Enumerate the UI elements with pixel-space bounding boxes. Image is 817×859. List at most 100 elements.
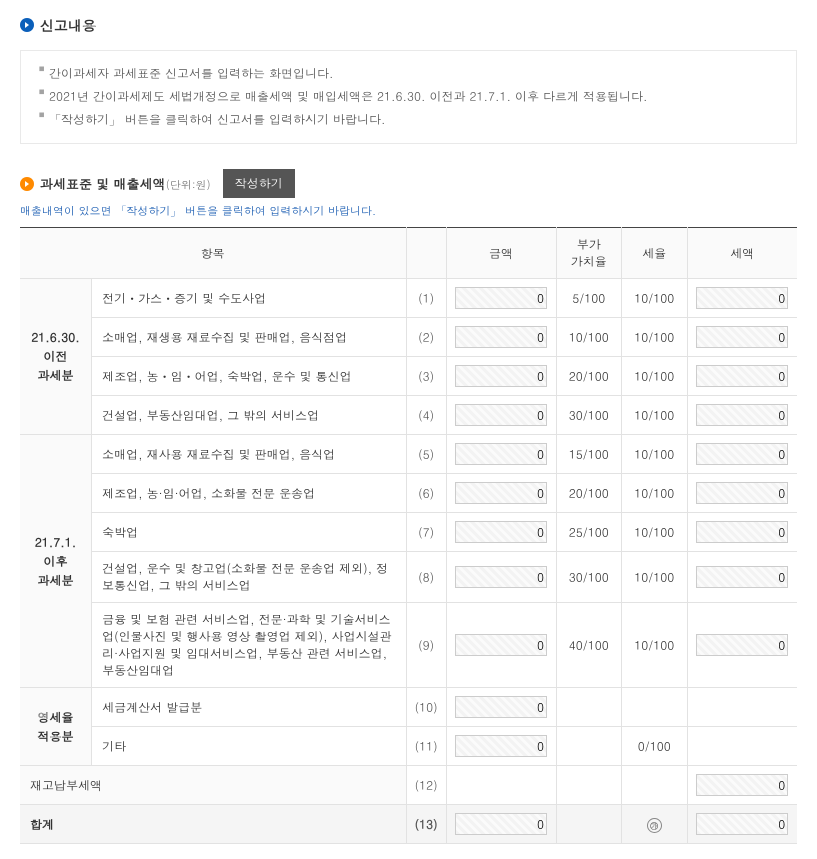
rate-cell: 10/100 (622, 435, 688, 474)
vat-cell: 10/100 (556, 318, 622, 357)
row-no: (7) (406, 513, 446, 552)
tax-input[interactable] (696, 634, 788, 656)
th-tax: 세액 (687, 228, 797, 279)
stock-label: 재고납부세액 (20, 766, 406, 805)
amount-input[interactable] (455, 735, 547, 757)
rate-cell (622, 688, 688, 727)
table-row: 건설업, 운수 및 창고업(소화물 전문 운송업 제외), 정보통신업, 그 밖… (20, 552, 797, 603)
rate-cell: 10/100 (622, 603, 688, 688)
tax-input[interactable] (696, 326, 788, 348)
empty (446, 766, 556, 805)
table-row: 제조업, 농ㆍ임ㆍ어업, 숙박업, 운수 및 통신업 (3) 20/100 10… (20, 357, 797, 396)
rate-cell: 0/100 (622, 727, 688, 766)
stock-row: 재고납부세액 (12) (20, 766, 797, 805)
item-label: 전기ㆍ가스ㆍ증기 및 수도사업 (92, 279, 406, 318)
amount-input[interactable] (455, 482, 547, 504)
tax-input[interactable] (696, 443, 788, 465)
table-row: 영세율 적용분 세금계산서 발급분 (10) (20, 688, 797, 727)
row-no: (11) (406, 727, 446, 766)
table-row: 제조업, 농·임·어업, 소화물 전문 운송업 (6) 20/100 10/10… (20, 474, 797, 513)
hint-text: 매출내역이 있으면 「작성하기」 버튼을 클릭하여 입력하시기 바랍니다. (20, 204, 797, 219)
th-blank (406, 228, 446, 279)
row-no: (2) (406, 318, 446, 357)
table-row: 21.6.30. 이전 과세분 전기ㆍ가스ㆍ증기 및 수도사업 (1) 5/10… (20, 279, 797, 318)
item-label: 제조업, 농ㆍ임ㆍ어업, 숙박업, 운수 및 통신업 (92, 357, 406, 396)
amount-input[interactable] (455, 634, 547, 656)
sub-bullet-icon (20, 177, 34, 191)
item-label: 숙박업 (92, 513, 406, 552)
tax-table: 항목 금액 부가 가치율 세율 세액 21.6.30. 이전 과세분 전기ㆍ가스… (20, 227, 797, 844)
th-item: 항목 (20, 228, 406, 279)
sub-title: 과세표준 및 매출세액(단위:원) (40, 174, 211, 193)
circle-mark: ㉮ (622, 805, 688, 844)
table-row: 건설업, 부동산임대업, 그 밖의 서비스업 (4) 30/100 10/100 (20, 396, 797, 435)
rate-cell: 10/100 (622, 318, 688, 357)
info-line: 간이과세자 과세표준 신고서를 입력하는 화면입니다. (39, 63, 778, 86)
item-label: 소매업, 재사용 재료수집 및 판매업, 음식업 (92, 435, 406, 474)
amount-input[interactable] (455, 521, 547, 543)
row-no: (12) (406, 766, 446, 805)
item-label: 기타 (92, 727, 406, 766)
table-row: 21.7.1. 이후 과세분 소매업, 재사용 재료수집 및 판매업, 음식업 … (20, 435, 797, 474)
amount-input[interactable] (455, 443, 547, 465)
th-vat: 부가 가치율 (556, 228, 622, 279)
row-no: (5) (406, 435, 446, 474)
group-after: 21.7.1. 이후 과세분 (20, 435, 92, 688)
row-no: (13) (406, 805, 446, 844)
tax-input[interactable] (696, 287, 788, 309)
tax-input[interactable] (696, 521, 788, 543)
amount-input[interactable] (455, 404, 547, 426)
tax-cell (687, 688, 797, 727)
row-no: (1) (406, 279, 446, 318)
empty (556, 766, 622, 805)
vat-cell: 40/100 (556, 603, 622, 688)
rate-cell: 10/100 (622, 279, 688, 318)
table-row: 기타 (11) 0/100 (20, 727, 797, 766)
amount-input[interactable] (455, 696, 547, 718)
rate-cell: 10/100 (622, 513, 688, 552)
tax-input[interactable] (696, 365, 788, 387)
row-no: (4) (406, 396, 446, 435)
table-row: 소매업, 재생용 재료수집 및 판매업, 음식점업 (2) 10/100 10/… (20, 318, 797, 357)
row-no: (10) (406, 688, 446, 727)
item-label: 제조업, 농·임·어업, 소화물 전문 운송업 (92, 474, 406, 513)
amount-input[interactable] (455, 566, 547, 588)
tax-input[interactable] (696, 566, 788, 588)
vat-cell: 5/100 (556, 279, 622, 318)
tax-input[interactable] (696, 482, 788, 504)
rate-cell: 10/100 (622, 552, 688, 603)
th-amount: 금액 (446, 228, 556, 279)
row-no: (9) (406, 603, 446, 688)
table-row: 금융 및 보험 관련 서비스업, 전문·과학 및 기술서비스업(인물사진 및 행… (20, 603, 797, 688)
amount-input[interactable] (455, 365, 547, 387)
tax-input[interactable] (696, 774, 788, 796)
vat-cell: 20/100 (556, 357, 622, 396)
write-button[interactable]: 작성하기 (223, 169, 295, 198)
amount-input[interactable] (455, 326, 547, 348)
info-line: 「작성하기」 버튼을 클릭하여 신고서를 입력하시기 바랍니다. (39, 109, 778, 132)
vat-cell: 30/100 (556, 396, 622, 435)
total-row: 합계 (13) ㉮ (20, 805, 797, 844)
row-no: (8) (406, 552, 446, 603)
empty (556, 805, 622, 844)
group-before: 21.6.30. 이전 과세분 (20, 279, 92, 435)
item-label: 금융 및 보험 관련 서비스업, 전문·과학 및 기술서비스업(인물사진 및 행… (92, 603, 406, 688)
rate-cell: 10/100 (622, 474, 688, 513)
tax-cell (687, 727, 797, 766)
vat-cell: 15/100 (556, 435, 622, 474)
unit-label: (단위:원) (166, 178, 211, 193)
vat-cell (556, 727, 622, 766)
group-zero-rate: 영세율 적용분 (20, 688, 92, 766)
total-tax-input[interactable] (696, 813, 788, 835)
total-amount-input[interactable] (455, 813, 547, 835)
rate-cell: 10/100 (622, 357, 688, 396)
th-rate: 세율 (622, 228, 688, 279)
amount-input[interactable] (455, 287, 547, 309)
total-label: 합계 (20, 805, 406, 844)
item-label: 건설업, 부동산임대업, 그 밖의 서비스업 (92, 396, 406, 435)
vat-cell: 25/100 (556, 513, 622, 552)
row-no: (6) (406, 474, 446, 513)
tax-input[interactable] (696, 404, 788, 426)
vat-cell (556, 688, 622, 727)
info-line: 2021년 간이과세제도 세법개정으로 매출세액 및 매입세액은 21.6.30… (39, 86, 778, 109)
